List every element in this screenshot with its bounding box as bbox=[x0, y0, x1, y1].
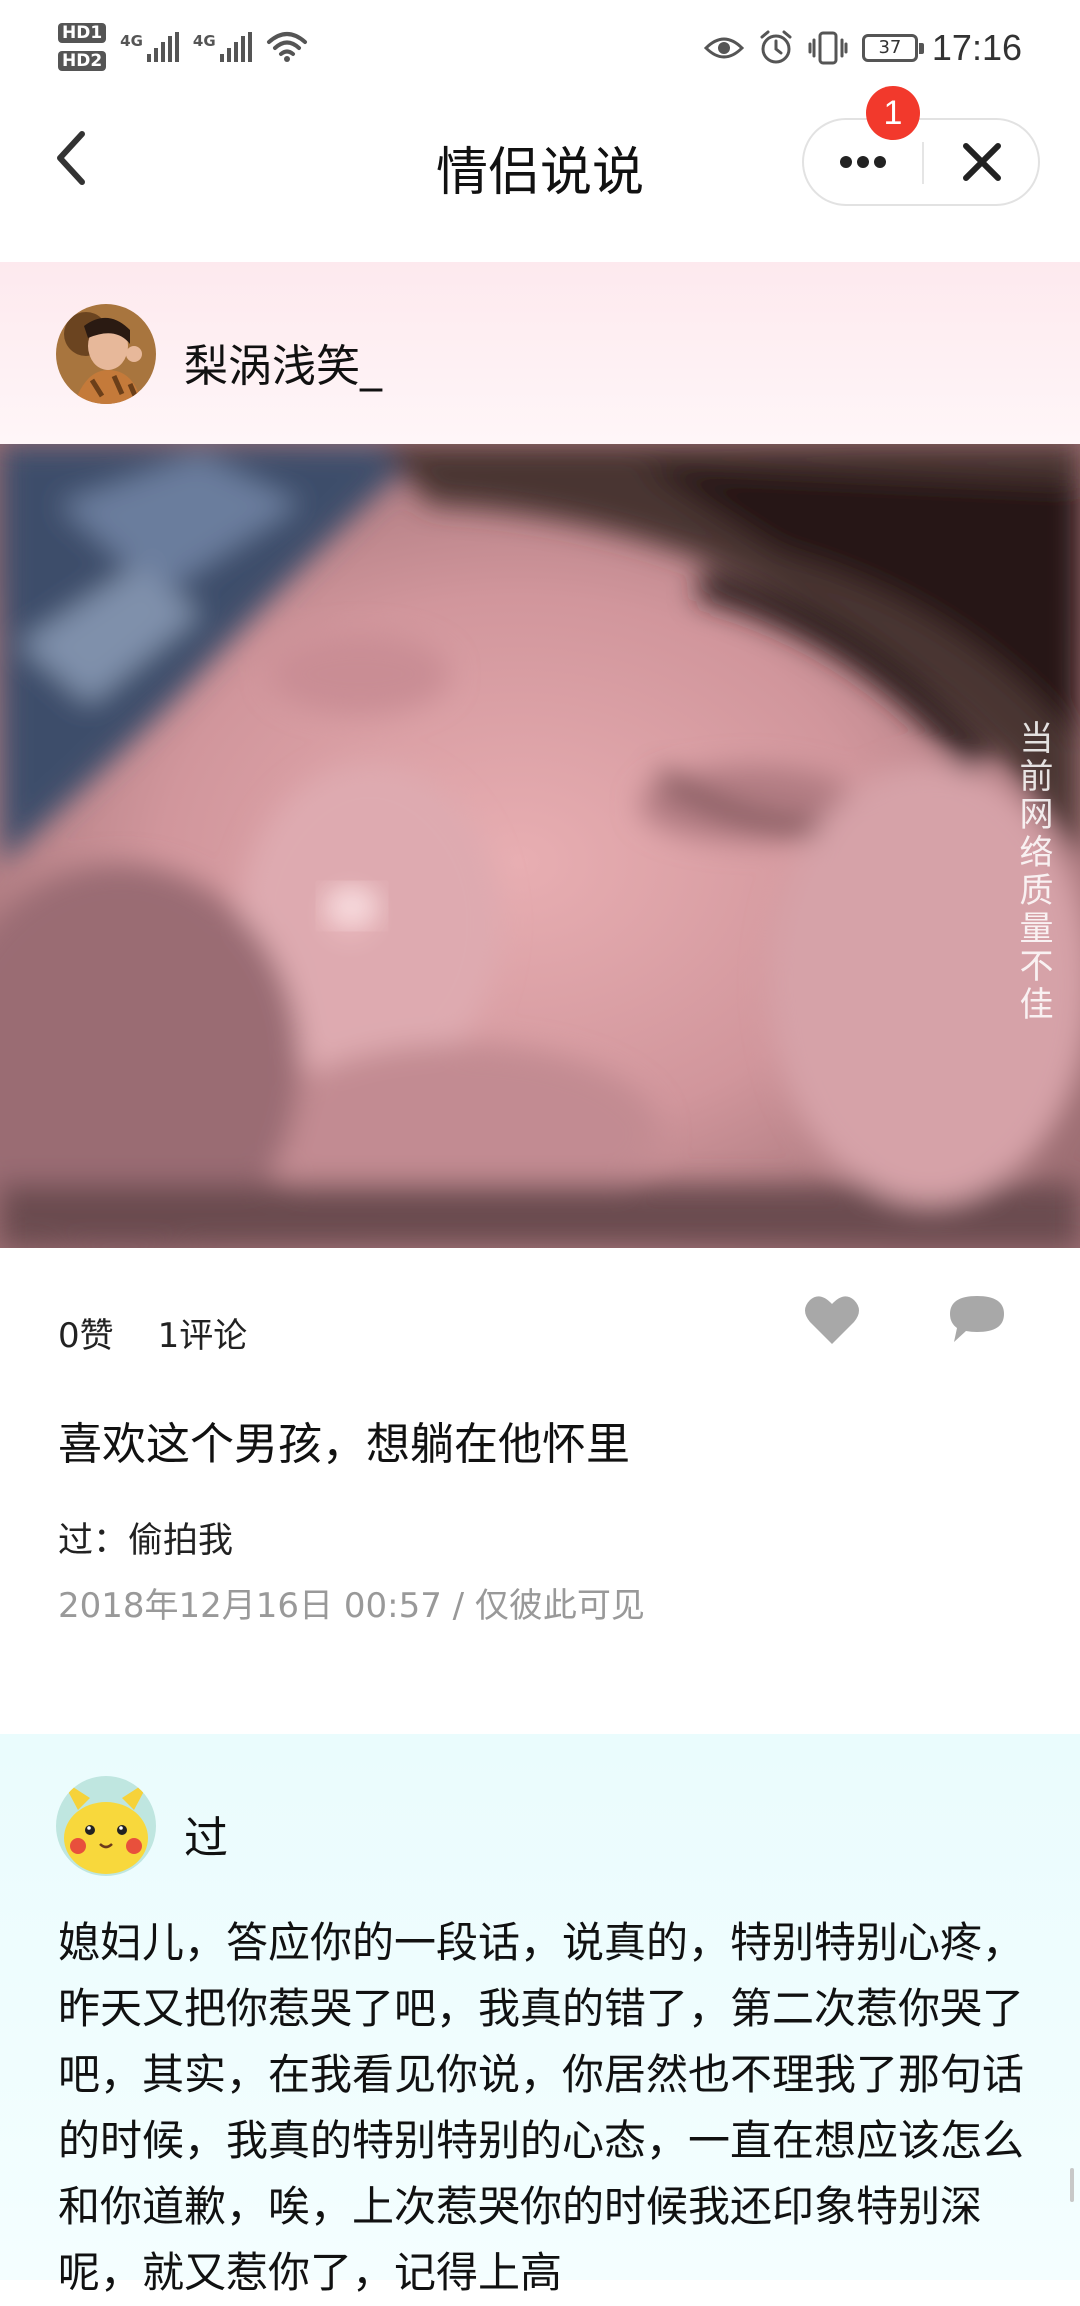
hd-indicators: HD1 HD2 bbox=[58, 23, 107, 71]
signal-bars-icon bbox=[146, 32, 179, 62]
avatar[interactable] bbox=[56, 1776, 156, 1876]
status-bar: HD1 HD2 4G 4G 37 17:16 bbox=[0, 0, 1080, 96]
signal-2: 4G bbox=[193, 32, 252, 62]
pikachu-avatar-image bbox=[56, 1776, 156, 1876]
comment-bubble-icon[interactable] bbox=[946, 1292, 1008, 1348]
post-author-name[interactable]: 梨涡浅笑_ bbox=[184, 330, 382, 394]
hd1-indicator: HD1 bbox=[58, 23, 107, 43]
post-meta: 2018年12月16日 00:57 / 仅彼此可见 bbox=[58, 1586, 645, 1626]
second-post-text: 媳妇儿，答应你的一段话，说真的，特别特别心疼，昨天又把你惹哭了吧，我真的错了，第… bbox=[58, 1918, 1025, 2297]
hd2-indicator: HD2 bbox=[58, 51, 107, 71]
close-icon[interactable] bbox=[926, 120, 1038, 204]
like-heart-icon[interactable] bbox=[802, 1292, 862, 1348]
photo-image bbox=[0, 444, 1080, 1248]
post-photo[interactable]: 当前网络质量不佳 bbox=[0, 444, 1080, 1248]
more-dot-2 bbox=[857, 156, 869, 168]
eye-icon bbox=[703, 37, 744, 59]
network-type-label: 4G bbox=[120, 32, 143, 50]
notification-badge: 1 bbox=[866, 86, 920, 140]
signal-bars-icon bbox=[219, 32, 252, 62]
status-left: HD1 HD2 4G 4G bbox=[58, 12, 308, 82]
vibrate-icon bbox=[808, 31, 848, 65]
status-right: 37 17:16 bbox=[703, 18, 1022, 78]
like-count[interactable]: 0赞 bbox=[58, 1308, 114, 1357]
post-author-name[interactable]: 过 bbox=[184, 1802, 228, 1866]
more-dot-1 bbox=[840, 156, 852, 168]
photo-watermark: 当前网络质量不佳 bbox=[1013, 720, 1053, 1024]
battery-indicator: 37 bbox=[861, 34, 924, 62]
scroll-indicator bbox=[1070, 2168, 1074, 2202]
network-type-label: 4G bbox=[192, 32, 216, 50]
post-caption: 喜欢这个男孩，想躺在他怀里 bbox=[58, 1419, 630, 1470]
more-dot-3 bbox=[874, 156, 886, 168]
avatar-image bbox=[56, 304, 156, 404]
clock: 17:16 bbox=[931, 27, 1022, 68]
comment-count[interactable]: 1评论 bbox=[158, 1308, 248, 1357]
alarm-icon bbox=[760, 30, 792, 64]
capsule-divider bbox=[922, 142, 924, 184]
post-header: 梨涡浅笑_ bbox=[0, 262, 1080, 444]
comment-item[interactable]: 过：偷拍我 bbox=[58, 1512, 233, 1563]
wifi-icon bbox=[266, 32, 307, 62]
avatar[interactable] bbox=[56, 304, 156, 404]
mini-program-capsule bbox=[802, 118, 1040, 206]
post-stats: 0赞 1评论 bbox=[58, 1308, 247, 1357]
signal-1: 4G bbox=[120, 32, 179, 62]
